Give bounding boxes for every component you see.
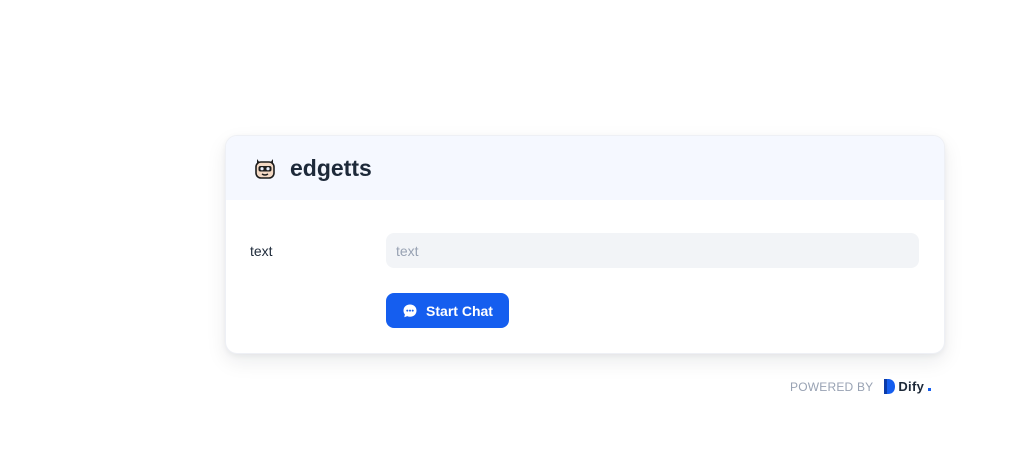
chat-init-card: edgetts text Start Chat xyxy=(225,135,945,354)
text-input[interactable] xyxy=(386,233,919,268)
dify-wordmark: Dify xyxy=(898,379,925,394)
card-header: edgetts xyxy=(226,136,944,200)
robot-icon xyxy=(252,155,278,181)
start-chat-label: Start Chat xyxy=(426,302,493,319)
app-title: edgetts xyxy=(290,155,372,181)
powered-by-text: POWERED BY xyxy=(790,379,874,394)
powered-by-footer: POWERED BY Dify xyxy=(790,379,932,394)
start-chat-button[interactable]: Start Chat xyxy=(386,293,509,328)
dify-logo-icon xyxy=(884,379,896,394)
dify-logo[interactable]: Dify xyxy=(884,379,932,394)
text-field-label: text xyxy=(250,243,273,259)
dify-dot xyxy=(928,388,932,391)
chat-bubble-icon xyxy=(403,304,417,317)
